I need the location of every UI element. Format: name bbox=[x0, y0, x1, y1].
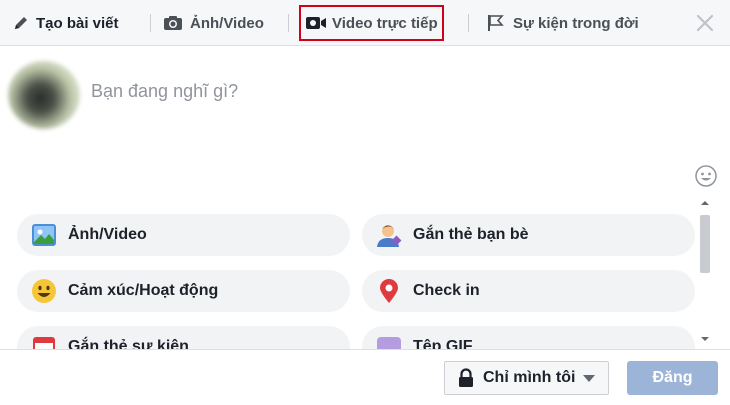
calendar-icon bbox=[31, 334, 57, 349]
composer-tab-bar: Tạo bài viết Ảnh/Video Video trực tiếp S… bbox=[0, 0, 730, 46]
tab-divider bbox=[150, 14, 151, 32]
tab-photo-video[interactable]: Ảnh/Video bbox=[163, 0, 264, 46]
tag-friends-icon bbox=[376, 222, 402, 248]
post-button[interactable]: Đăng bbox=[627, 361, 718, 395]
gif-icon bbox=[376, 334, 402, 349]
option-label: Tệp GIF bbox=[413, 338, 473, 349]
avatar bbox=[8, 61, 80, 129]
tab-life-event-label: Sự kiện trong đời bbox=[513, 14, 639, 32]
option-tag-event[interactable]: Gắn thẻ sự kiện bbox=[17, 326, 350, 349]
option-check-in[interactable]: Check in bbox=[362, 270, 695, 312]
lock-icon bbox=[457, 368, 475, 388]
option-photo-video[interactable]: Ảnh/Video bbox=[17, 214, 350, 256]
tab-create-post[interactable]: Tạo bài viết bbox=[13, 0, 119, 46]
photo-icon bbox=[31, 222, 57, 248]
option-gif[interactable]: Tệp GIF bbox=[362, 326, 695, 349]
option-tag-friends[interactable]: Gắn thẻ bạn bè bbox=[362, 214, 695, 256]
tab-live-video-label: Video trực tiếp bbox=[332, 14, 438, 32]
post-composer bbox=[0, 47, 730, 197]
location-pin-icon bbox=[376, 278, 402, 304]
chevron-down-icon bbox=[583, 374, 596, 382]
post-options-list: Ảnh/Video Gắn thẻ bạn bè Cảm xúc/Hoạt độ… bbox=[0, 197, 730, 349]
camera-icon bbox=[163, 15, 183, 31]
option-label: Cảm xúc/Hoạt động bbox=[68, 282, 219, 299]
option-label: Gắn thẻ bạn bè bbox=[413, 226, 529, 243]
post-text-input[interactable] bbox=[91, 81, 651, 102]
tab-create-post-label: Tạo bài viết bbox=[36, 14, 119, 32]
close-icon bbox=[696, 14, 714, 32]
scroll-down-arrow-icon[interactable] bbox=[701, 337, 709, 341]
tab-live-video[interactable]: Video trực tiếp bbox=[299, 5, 444, 41]
flag-icon bbox=[486, 14, 504, 32]
options-scrollbar[interactable] bbox=[698, 197, 712, 349]
close-button[interactable] bbox=[694, 12, 716, 34]
privacy-label: Chỉ mình tôi bbox=[483, 369, 576, 386]
tab-divider bbox=[468, 14, 469, 32]
option-label: Check in bbox=[413, 282, 480, 299]
pencil-icon bbox=[13, 15, 29, 31]
smiley-face-icon bbox=[695, 165, 717, 187]
option-label: Ảnh/Video bbox=[68, 226, 147, 243]
option-label: Gắn thẻ sự kiện bbox=[68, 338, 189, 349]
smiley-icon bbox=[31, 278, 57, 304]
tab-divider bbox=[288, 14, 289, 32]
tab-life-event[interactable]: Sự kiện trong đời bbox=[486, 0, 639, 46]
scroll-up-arrow-icon[interactable] bbox=[701, 201, 709, 205]
option-feeling-activity[interactable]: Cảm xúc/Hoạt động bbox=[17, 270, 350, 312]
video-camera-icon bbox=[305, 15, 327, 31]
emoji-picker-button[interactable] bbox=[695, 165, 717, 187]
tab-photo-video-label: Ảnh/Video bbox=[190, 14, 264, 32]
privacy-selector-button[interactable]: Chỉ mình tôi bbox=[444, 361, 609, 395]
scrollbar-thumb[interactable] bbox=[700, 215, 710, 273]
composer-footer: Chỉ mình tôi Đăng bbox=[0, 349, 730, 405]
